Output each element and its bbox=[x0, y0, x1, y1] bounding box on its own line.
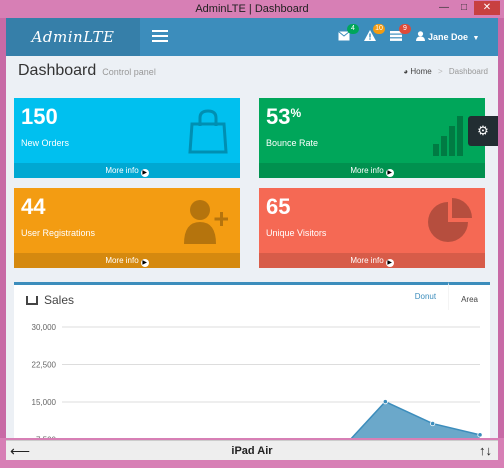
tab-donut[interactable]: Donut bbox=[403, 282, 448, 310]
unique-visitors-more-info[interactable]: More info ▶ bbox=[259, 253, 485, 268]
dashboard-icon: ◕ bbox=[403, 67, 409, 76]
sales-box: Sales Donut Area 30,00022,50015,0007,500 bbox=[14, 282, 490, 438]
unique-visitors-value: 65 bbox=[266, 194, 291, 219]
data-point[interactable] bbox=[430, 420, 436, 427]
sales-area-chart: 30,00022,50015,0007,500 bbox=[32, 323, 483, 438]
device-name[interactable]: iPad Air bbox=[6, 441, 498, 461]
logo[interactable]: AdminLTE bbox=[6, 18, 140, 56]
user-icon bbox=[416, 31, 425, 41]
caret-down-icon: ▼ bbox=[472, 35, 480, 42]
tasks-menu[interactable]: 9 bbox=[388, 24, 411, 45]
close-button[interactable]: ✕ bbox=[474, 1, 500, 15]
breadcrumb-current: Dashboard bbox=[448, 67, 488, 76]
y-tick-label: 22,500 bbox=[32, 361, 57, 370]
sidebar-toggle-icon[interactable] bbox=[152, 30, 168, 44]
rotate-arrows-icon[interactable]: ↑↓ bbox=[479, 441, 492, 461]
user-add-icon bbox=[184, 200, 228, 244]
sales-tabs: Donut Area bbox=[403, 282, 490, 310]
messages-menu[interactable]: 4 bbox=[336, 24, 359, 45]
main-header: AdminLTE 4 10 9 Jane Doe ▼ bbox=[6, 18, 498, 56]
new-orders-value: 150 bbox=[21, 104, 58, 129]
user-registrations-label: User Registrations bbox=[21, 228, 96, 238]
bounce-rate-value: 53 bbox=[266, 104, 291, 129]
window-titlebar: AdminLTE | Dashboard — □ ✕ bbox=[0, 0, 504, 18]
tasks-badge: 9 bbox=[399, 24, 411, 34]
unique-visitors-box: 65 Unique Visitors More info ▶ bbox=[259, 188, 485, 268]
user-name: Jane Doe bbox=[428, 32, 469, 42]
messages-badge: 4 bbox=[347, 24, 359, 34]
browser-window: AdminLTE | Dashboard — □ ✕ AdminLTE 4 10… bbox=[0, 0, 504, 468]
arrow-circle-right-icon: ▶ bbox=[140, 259, 149, 267]
arrow-circle-right-icon: ▶ bbox=[385, 169, 394, 177]
new-orders-more-info[interactable]: More info ▶ bbox=[14, 163, 240, 178]
device-toolbar: ⟵ iPad Air ↑↓ bbox=[0, 438, 504, 468]
more-info-label: More info bbox=[350, 166, 384, 175]
unique-visitors-label: Unique Visitors bbox=[266, 228, 327, 238]
user-registrations-more-info[interactable]: More info ▶ bbox=[14, 253, 240, 268]
new-orders-label: New Orders bbox=[21, 138, 70, 148]
shopping-bag-icon bbox=[188, 109, 228, 154]
bounce-rate-box: 53% Bounce Rate More info ▶ bbox=[259, 98, 485, 178]
y-tick-label: 15,000 bbox=[32, 398, 57, 407]
more-info-label: More info bbox=[350, 256, 384, 265]
bounce-rate-value-wrap: 53% bbox=[266, 104, 301, 130]
page-viewport: AdminLTE 4 10 9 Jane Doe ▼ Dashboard Cont… bbox=[6, 18, 498, 438]
user-registrations-value: 44 bbox=[21, 194, 46, 219]
page-title: Dashboard bbox=[18, 62, 97, 79]
sales-title-text: Sales bbox=[44, 293, 75, 307]
series-area-0 bbox=[351, 401, 480, 438]
new-orders-box: 150 New Orders More info ▶ bbox=[14, 98, 240, 178]
bounce-rate-more-info[interactable]: More info ▶ bbox=[259, 163, 485, 178]
more-info-label: More info bbox=[105, 256, 139, 265]
user-registrations-box: 44 User Registrations More info ▶ bbox=[14, 188, 240, 268]
sales-title: Sales bbox=[26, 293, 74, 307]
data-point[interactable] bbox=[477, 432, 483, 438]
pie-chart-icon bbox=[428, 198, 472, 242]
breadcrumb-separator: > bbox=[437, 67, 443, 76]
maximize-button[interactable]: □ bbox=[454, 1, 474, 15]
tab-area[interactable]: Area bbox=[448, 282, 490, 310]
settings-gear-icon[interactable]: ⚙ bbox=[468, 116, 498, 146]
breadcrumb: ◕ Home > Dashboard bbox=[403, 67, 488, 76]
arrow-circle-right-icon: ▶ bbox=[140, 169, 149, 177]
arrow-circle-right-icon: ▶ bbox=[385, 259, 394, 267]
minimize-button[interactable]: — bbox=[434, 1, 454, 15]
notifications-menu[interactable]: 10 bbox=[362, 24, 385, 45]
window-title: AdminLTE | Dashboard bbox=[195, 3, 309, 15]
inbox-icon bbox=[26, 296, 38, 305]
data-point[interactable] bbox=[382, 399, 388, 405]
bar-chart-icon bbox=[433, 116, 463, 156]
user-menu[interactable]: Jane Doe ▼ bbox=[416, 30, 479, 46]
bounce-rate-label: Bounce Rate bbox=[266, 138, 319, 148]
content-header: Dashboard Control panel ◕ Home > Dashboar… bbox=[18, 62, 488, 84]
y-tick-label: 30,000 bbox=[32, 323, 57, 332]
bounce-rate-unit: % bbox=[290, 106, 302, 120]
notifications-badge: 10 bbox=[373, 24, 385, 34]
breadcrumb-home[interactable]: Home bbox=[410, 67, 431, 76]
more-info-label: More info bbox=[105, 166, 139, 175]
page-subtitle: Control panel bbox=[102, 67, 156, 77]
